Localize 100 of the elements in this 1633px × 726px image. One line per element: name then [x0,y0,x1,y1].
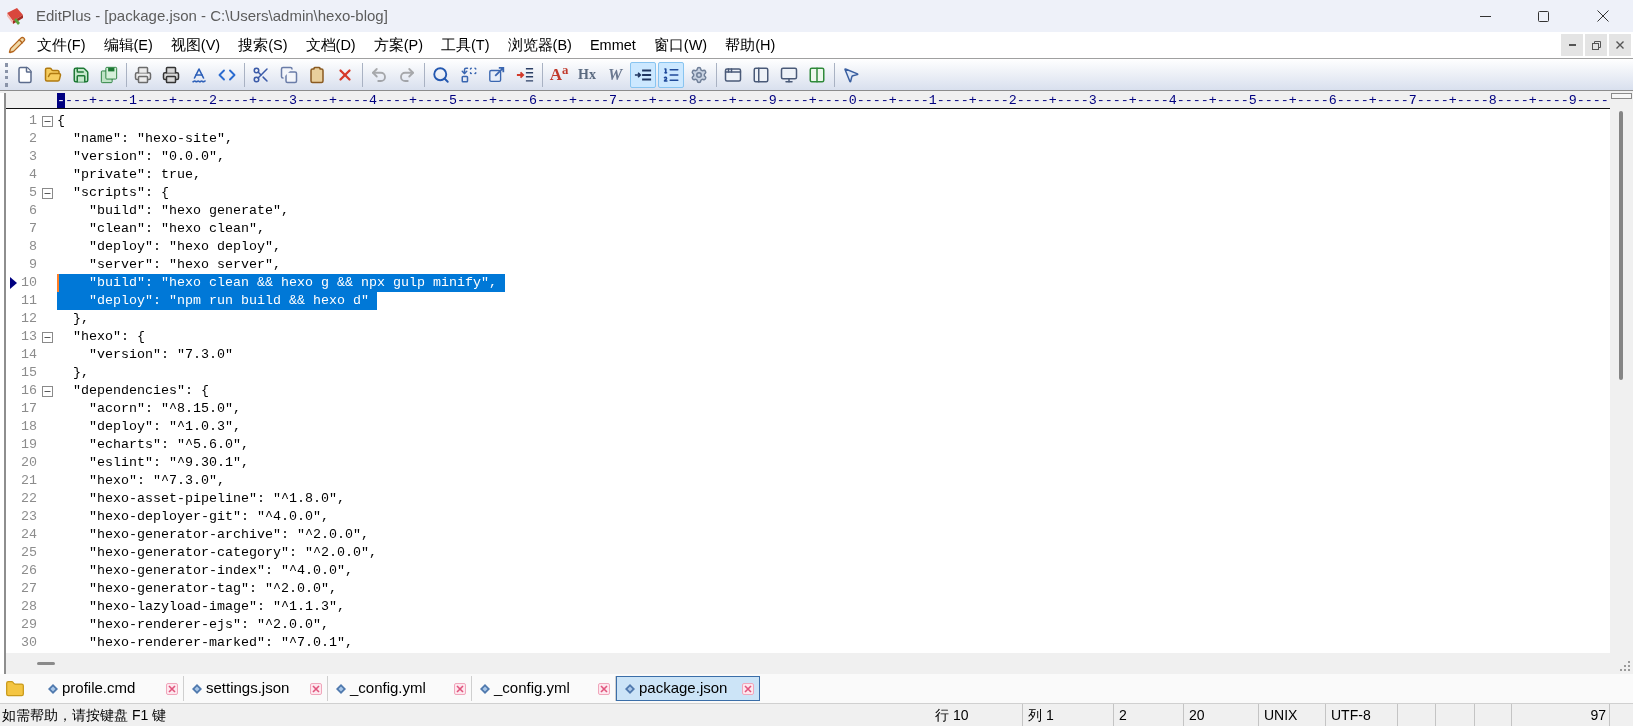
scrollbar-thumb[interactable] [37,662,55,665]
collapse-box-icon[interactable] [41,385,53,397]
vertical-scrollbar[interactable] [1610,93,1633,674]
ruler-cursor: - [57,93,65,108]
code-line: { [57,112,65,130]
document-restore-button[interactable] [1585,34,1607,56]
undo-arrow-icon [370,65,388,84]
diamond-icon [336,683,346,694]
line-number: 28 [20,598,37,616]
code-line: "hexo-generator-index": "^4.0.0", [89,562,353,580]
menu-item[interactable]: 视图(V) [167,35,224,55]
resize-grip-icon[interactable] [1620,661,1630,671]
line-number: 13 [20,328,37,346]
menu-item[interactable]: 窗口(W) [650,35,711,55]
menu-item[interactable]: 浏览器(B) [504,35,575,55]
printer-icon [134,65,152,84]
status-field: 2 [1119,704,1127,726]
toolbar-button[interactable]: W [602,61,628,88]
line-number: 3 [28,148,37,166]
close-tab-icon[interactable] [310,682,322,695]
two-floppy-disks-icon [100,65,118,84]
menu-item[interactable]: 工具(T) [438,35,493,55]
code-line: "deploy": "^1.0.3", [89,418,241,436]
status-field: 97 [1590,704,1606,726]
line-numbers-button[interactable] [658,61,684,88]
window-icon [724,65,742,84]
line-number: 7 [28,220,37,238]
line-number: 30 [20,634,37,652]
line-number: 23 [20,508,37,526]
file-tab[interactable]: _config.yml [328,676,472,701]
copy-icon [280,65,298,84]
code-line: "hexo-generator-tag": "^2.0.0", [89,580,337,598]
collapse-box-icon[interactable] [41,331,53,343]
file-tab[interactable]: settings.json [184,676,328,701]
gear-icon [690,65,708,84]
line-number: 22 [20,490,37,508]
horizontal-scrollbar[interactable] [6,653,1610,674]
monitor-icon [780,65,798,84]
book-icon[interactable] [5,6,25,26]
line-number: 15 [20,364,37,382]
close-tab-icon[interactable] [454,682,466,695]
column-status: 列 1 [1028,705,1054,725]
word-wrap-button[interactable] [630,61,656,88]
printer-icon [162,65,180,84]
menu-item[interactable]: Emmet [586,35,639,55]
line-number: 24 [20,526,37,544]
clipboard-icon [308,65,326,84]
scissors-icon [252,65,270,84]
line-number: 12 [20,310,37,328]
close-tab-icon[interactable] [166,682,178,695]
line-number: 5 [28,184,37,202]
code-line: "hexo-generator-archive": "^2.0.0", [89,526,369,544]
line-number: 10 [20,274,37,292]
splitter-handle[interactable] [1611,93,1632,99]
indent-lines-icon [516,65,534,84]
line-number: 26 [20,562,37,580]
menu-item[interactable]: 方案(P) [370,35,427,55]
line-number: 4 [28,166,37,184]
line-number: 20 [20,454,37,472]
code-line: "build": "hexo generate", [89,202,289,220]
pencil-icon[interactable] [8,36,26,54]
line-number: 16 [20,382,37,400]
file-tab[interactable]: _config.yml [472,676,616,701]
close-tab-icon[interactable] [742,682,754,695]
toolbar-grip[interactable] [5,62,8,87]
collapse-box-icon[interactable] [41,115,53,127]
close-tab-icon[interactable] [598,682,610,695]
code-line: "hexo-lazyload-image": "^1.1.3", [89,598,345,616]
line-number: 1 [28,112,37,130]
line-number: 8 [28,238,37,256]
code-line: "name": "hexo-site", [73,130,233,148]
menu-item[interactable]: 文档(D) [302,35,359,55]
line-number: 11 [20,292,37,310]
menu-item[interactable]: 帮助(H) [722,35,779,55]
code-line: "hexo": { [73,328,145,346]
code-line: "echarts": "^5.6.0", [89,436,249,454]
code-line: "hexo-generator-category": "^2.0.0", [89,544,377,562]
restore-icon [1591,40,1601,50]
code-line: "deploy": "hexo deploy", [89,238,281,256]
document-close-button[interactable] [1609,34,1631,56]
line-number: 14 [20,346,37,364]
heading-button[interactable]: Hx [574,61,600,88]
scrollbar-thumb[interactable] [1619,111,1623,380]
collapse-box-icon[interactable] [41,187,53,199]
diamond-icon [480,683,490,694]
code-line: "hexo-asset-pipeline": "^1.8.0", [89,490,345,508]
document-minimize-button[interactable] [1561,34,1583,56]
split-window-icon [808,65,826,84]
line-number: 2 [28,130,37,148]
close-icon [1616,41,1624,49]
file-tab[interactable]: profile.cmd [40,676,184,701]
code-line: "hexo": "^7.3.0", [89,472,225,490]
diamond-icon [625,683,635,694]
file-tab[interactable]: package.json [616,676,760,701]
font-button[interactable]: A$^{a}$ [546,61,572,88]
menu-item[interactable]: 编辑(E) [100,35,156,55]
open-folder-icon [44,65,62,84]
menu-item[interactable]: 搜索(S) [235,35,291,55]
menu-item[interactable]: 文件(F) [34,35,89,55]
numbered-list-icon [662,65,680,84]
